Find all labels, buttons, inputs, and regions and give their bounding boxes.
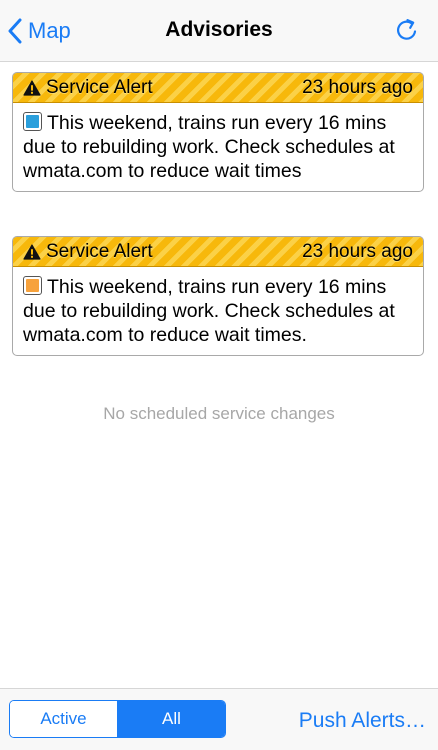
alert-header-left: Service Alert [23, 241, 153, 263]
alert-header: Service Alert 23 hours ago [13, 73, 423, 103]
alert-type: Service Alert [46, 76, 153, 98]
filter-segmented-control: Active All [9, 700, 226, 738]
line-color-chip [23, 112, 42, 131]
alert-card[interactable]: Service Alert 23 hours ago This weekend,… [12, 72, 424, 192]
push-alerts-button[interactable]: Push Alerts… [299, 709, 426, 733]
alert-type: Service Alert [46, 240, 153, 262]
warning-icon [23, 243, 41, 260]
segment-all[interactable]: All [118, 701, 225, 737]
alert-timestamp: 23 hours ago [302, 240, 413, 262]
alert-timestamp: 23 hours ago [302, 76, 413, 98]
refresh-button[interactable] [394, 17, 420, 43]
advisories-screen: Map Advisories Service Alert 23 hours ag… [0, 0, 438, 750]
alert-header: Service Alert 23 hours ago [13, 237, 423, 267]
alert-card[interactable]: Service Alert 23 hours ago This weekend,… [12, 236, 424, 356]
empty-state-message: No scheduled service changes [103, 404, 335, 423]
refresh-icon [397, 19, 417, 40]
alert-header-left: Service Alert [23, 77, 153, 99]
segment-active[interactable]: Active [10, 701, 118, 737]
line-color-chip [23, 276, 42, 295]
page-title: Advisories [165, 18, 273, 41]
alert-body: This weekend, trains run every 16 mins d… [13, 103, 423, 191]
warning-icon [23, 79, 41, 96]
alert-message: This weekend, trains run every 16 mins d… [23, 276, 395, 346]
bottom-toolbar: Active All Push Alerts… [0, 688, 438, 750]
alert-message: This weekend, trains run every 16 mins d… [23, 112, 395, 182]
navigation-bar: Map Advisories [0, 0, 438, 62]
alert-body: This weekend, trains run every 16 mins d… [13, 267, 423, 355]
